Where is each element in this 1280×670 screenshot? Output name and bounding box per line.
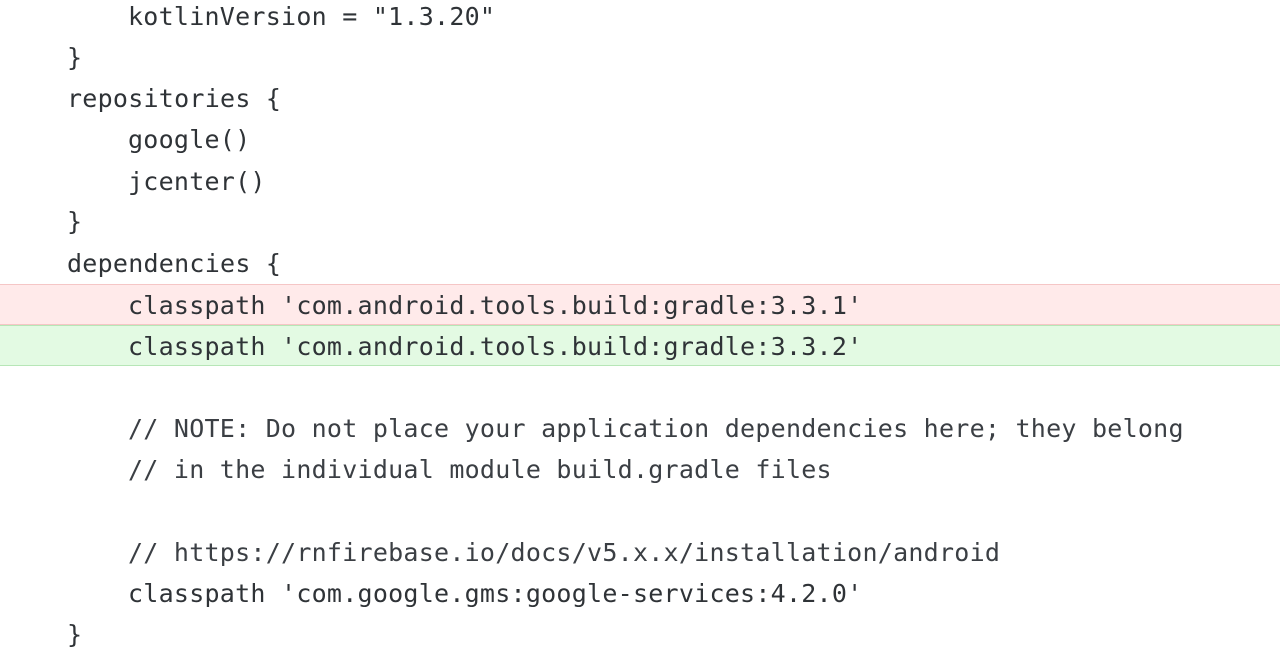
- code-line-google: google(): [0, 119, 1280, 160]
- code-diff-view: kotlinVersion = "1.3.20" } repositories …: [0, 0, 1280, 670]
- code-line-closing-brace: }: [0, 37, 1280, 78]
- code-line-jcenter: jcenter(): [0, 161, 1280, 202]
- code-text: }: [67, 620, 83, 649]
- code-line-comment-note: // NOTE: Do not place your application d…: [0, 408, 1280, 449]
- code-line-comment-module: // in the individual module build.gradle…: [0, 449, 1280, 490]
- code-line-dependencies: dependencies {: [0, 243, 1280, 284]
- code-text: classpath 'com.android.tools.build:gradl…: [128, 291, 863, 320]
- code-line-repositories: repositories {: [0, 78, 1280, 119]
- code-line-kotlin-version: kotlinVersion = "1.3.20": [0, 0, 1280, 37]
- code-text: dependencies {: [67, 249, 282, 278]
- code-line-closing-brace: }: [0, 614, 1280, 655]
- code-line-closing-brace: }: [0, 201, 1280, 242]
- code-line-google-services: classpath 'com.google.gms:google-service…: [0, 573, 1280, 614]
- diff-line-removed: classpath 'com.android.tools.build:gradl…: [0, 284, 1280, 325]
- code-text: google(): [128, 125, 251, 154]
- code-text: }: [67, 43, 83, 72]
- code-text: }: [67, 207, 83, 236]
- code-text: repositories {: [67, 84, 282, 113]
- code-text: // NOTE: Do not place your application d…: [128, 414, 1184, 443]
- diff-line-added: classpath 'com.android.tools.build:gradl…: [0, 325, 1280, 366]
- code-text: // https://rnfirebase.io/docs/v5.x.x/ins…: [128, 538, 1001, 567]
- code-text: classpath 'com.android.tools.build:gradl…: [128, 332, 863, 361]
- code-text: classpath 'com.google.gms:google-service…: [128, 579, 863, 608]
- code-line-comment-url: // https://rnfirebase.io/docs/v5.x.x/ins…: [0, 532, 1280, 573]
- code-text: kotlinVersion = "1.3.20": [128, 2, 496, 31]
- code-text: jcenter(): [128, 167, 266, 196]
- code-text: // in the individual module build.gradle…: [128, 455, 832, 484]
